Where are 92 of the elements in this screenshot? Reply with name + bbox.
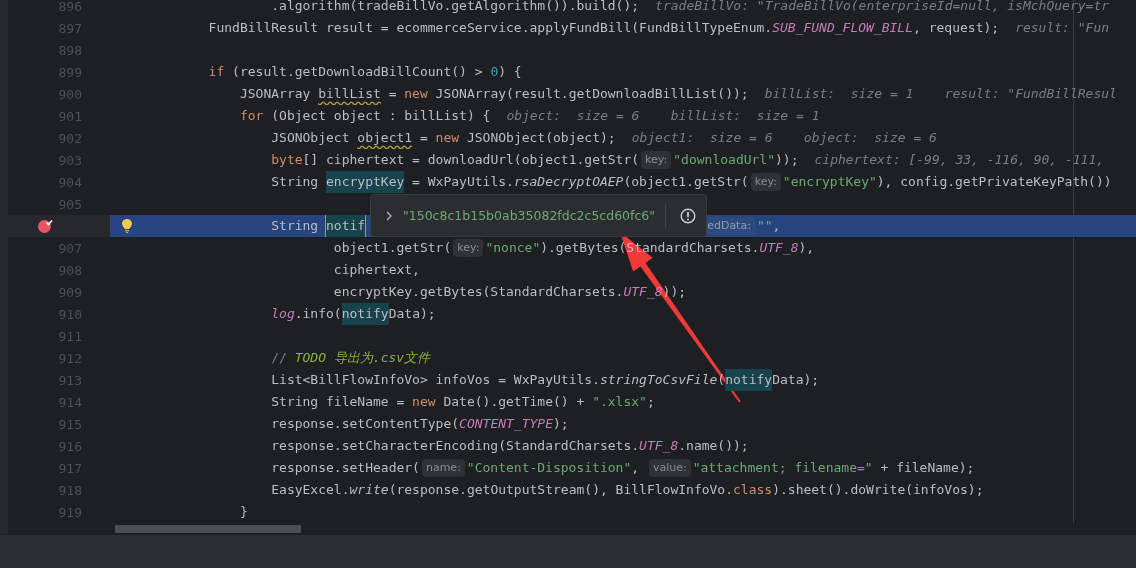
code-text: String bbox=[270, 173, 320, 191]
code-text: JSONObject bbox=[270, 129, 351, 147]
parameter-hint: key: bbox=[641, 151, 672, 169]
code-comment: // bbox=[270, 349, 288, 367]
code-text: "Content-Disposition" bbox=[466, 459, 632, 477]
code-text: [] ciphertext = downloadUrl(object1.getStr( bbox=[302, 151, 640, 169]
code-text: )); bbox=[662, 283, 687, 301]
debug-value-hint: object: size = 6 billList: size = 1 bbox=[506, 107, 820, 125]
code-text: ) { bbox=[498, 63, 522, 81]
parameter-hint: name: bbox=[421, 459, 465, 477]
code-text: "encryptKey" bbox=[782, 173, 877, 191]
variable-value: "150c8c1b15b0ab35082fdc2c5cd60fc6" bbox=[403, 208, 656, 223]
breakpoint-icon[interactable] bbox=[37, 218, 53, 234]
code-text: UTF_8 bbox=[639, 437, 679, 455]
code-text: log bbox=[270, 305, 295, 323]
code-text: "downloadUrl" bbox=[673, 151, 775, 169]
code-text: Data); bbox=[772, 371, 820, 389]
code-text: List<BillFlowInfoVo> infoVos = WxPayUtils. bbox=[270, 371, 600, 389]
chevron-right-icon[interactable] bbox=[385, 209, 393, 222]
code-text: object1 bbox=[357, 129, 413, 147]
code-text: response.setCharacterEncoding(StandardCharsets. bbox=[270, 437, 640, 455]
code-text: object1.getStr( bbox=[332, 239, 452, 257]
code-text: ".xlsx" bbox=[592, 393, 647, 411]
debug-value-hint: tradeBillVo: "TradeBillVo(enterpriseId=null, isMchQuery=tr bbox=[655, 0, 1110, 15]
code-text: , bbox=[631, 459, 641, 477]
code-text: for bbox=[238, 107, 264, 125]
debug-value-hint: ciphertext: [-99, 33, -116, 90, -111, bbox=[814, 151, 1105, 169]
code-text: byte bbox=[270, 151, 303, 169]
parameter-hint: key: bbox=[453, 239, 484, 257]
code-text: .name()); bbox=[678, 437, 749, 455]
scrollbar-thumb[interactable] bbox=[115, 525, 301, 533]
code-text: )); bbox=[775, 151, 799, 169]
code-text: , bbox=[772, 217, 781, 235]
lightbulb-icon[interactable] bbox=[121, 218, 133, 234]
code-text: String fileName = bbox=[270, 393, 406, 411]
code-text: } bbox=[238, 503, 248, 521]
code-text: "attachment; filename=" bbox=[692, 459, 873, 477]
code-text: ).sheet().doWrite(infoVos); bbox=[772, 481, 984, 499]
code-text: .algorithm(tradeBillVo.getAlgorithm()).build(); bbox=[270, 0, 640, 15]
code-text: .info( bbox=[294, 305, 342, 323]
parameter-hint: value: bbox=[648, 459, 691, 477]
code-text: write bbox=[349, 481, 389, 499]
code-text: new bbox=[404, 85, 428, 103]
debug-value-hint: billList: size = 1 result: "FundBillResul bbox=[764, 85, 1117, 103]
code-text: stringToCsvFile bbox=[599, 371, 718, 389]
code-text: new bbox=[435, 129, 460, 147]
code-text: UTF_8 bbox=[759, 239, 799, 257]
code-text: String bbox=[270, 217, 320, 235]
code-text: ); bbox=[553, 415, 569, 433]
code-text: notify bbox=[725, 369, 773, 391]
code-text: (Object object : billList) { bbox=[270, 107, 491, 125]
todo-comment: TODO 导出为.csv文件 bbox=[294, 349, 431, 367]
code-text: + fileName); bbox=[879, 459, 975, 477]
code-text: class bbox=[733, 481, 773, 499]
code-text: notify bbox=[341, 303, 389, 325]
code-text: FundBillResult result = ecommerceService.applyFundBill(FundBillTypeEnum. bbox=[207, 19, 773, 37]
code-text: CONTENT_TYPE bbox=[459, 415, 553, 433]
code-text: JSONArray bbox=[238, 85, 312, 103]
code-text: Date().getTime() + bbox=[442, 393, 586, 411]
code-text: billList bbox=[318, 85, 381, 103]
code-text: if bbox=[207, 63, 225, 81]
code-text: SUB_FUND_FLOW_BILL bbox=[772, 19, 914, 37]
code-text: response.setHeader( bbox=[270, 459, 420, 477]
code-text: (result.getDownloadBillCount() > bbox=[231, 63, 484, 81]
code-text: encryptKey.getBytes(StandardCharsets. bbox=[332, 283, 624, 301]
code-text: = bbox=[387, 85, 398, 103]
code-text: response.setContentType( bbox=[270, 415, 460, 433]
code-text: "" bbox=[756, 217, 773, 235]
code-text: Data); bbox=[388, 305, 436, 323]
code-text: ( bbox=[717, 371, 726, 389]
debug-value-hint: result: "Fun bbox=[1015, 19, 1110, 37]
code-text: JSONObject(object); bbox=[465, 129, 616, 147]
code-text: new bbox=[412, 393, 436, 411]
code-text: JSONArray(result.getDownloadBillList()); bbox=[434, 85, 749, 103]
code-text: 0 bbox=[490, 63, 499, 81]
code-text: EasyExcel. bbox=[270, 481, 350, 499]
code-text: (object1.getStr( bbox=[623, 173, 749, 191]
code-text: "nonce" bbox=[485, 239, 541, 257]
parameter-hint: key: bbox=[750, 173, 781, 191]
debug-value-hint: object1: size = 6 object: size = 6 bbox=[631, 129, 937, 147]
code-text: notif bbox=[326, 215, 366, 237]
code-text: ), config.getPrivateKeyPath()) bbox=[876, 173, 1112, 191]
code-text: , request); bbox=[913, 19, 1000, 37]
code-text: ciphertext, bbox=[332, 261, 420, 279]
exclamation-circle-icon[interactable] bbox=[680, 207, 696, 224]
code-text: ; bbox=[646, 393, 655, 411]
code-text: encryptKey bbox=[326, 171, 405, 193]
code-text: = WxPayUtils. bbox=[411, 173, 514, 191]
code-text: rsaDecryptOAEP bbox=[513, 173, 624, 191]
code-text: ), bbox=[798, 239, 815, 257]
code-text: = bbox=[418, 129, 429, 147]
code-text: (response.getOutputStream(), BillFlowInfoVo. bbox=[388, 481, 733, 499]
